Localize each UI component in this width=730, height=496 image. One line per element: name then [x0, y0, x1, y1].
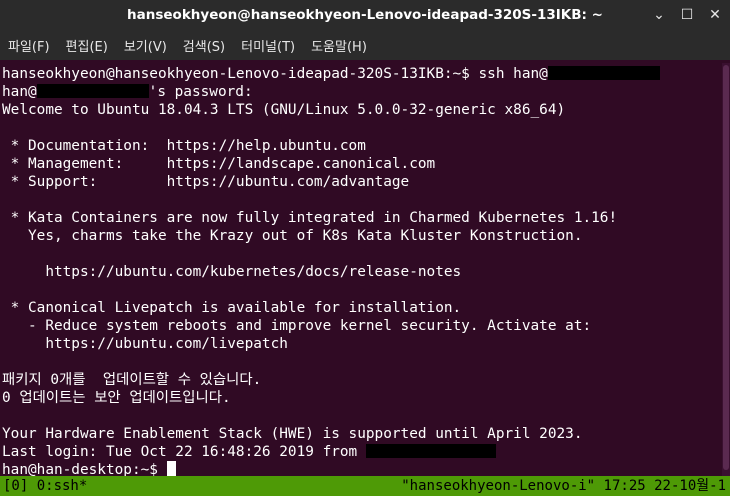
terminal-line: https://ubuntu.com/kubernetes/docs/relea…: [2, 264, 462, 280]
minimize-icon[interactable]: ⌄: [652, 7, 666, 23]
terminal-line: hanseokhyeon@hanseokhyeon-Lenovo-ideapad…: [2, 65, 722, 83]
tmux-status-right: "hanseokhyeon-Lenovo-i" 17:25 22-10월-1: [401, 478, 726, 494]
menu-view[interactable]: 보기(V): [124, 36, 167, 55]
window-controls: ⌄ ☐ ✕: [652, 0, 722, 30]
terminal-line: * Kata Containers are now fully integrat…: [2, 210, 618, 226]
text-cursor: [166, 461, 176, 477]
menu-search[interactable]: 검색(S): [183, 36, 225, 55]
terminal-line: 0 업데이트는 보안 업데이트입니다.: [2, 390, 231, 406]
menu-help[interactable]: 도움말(H): [311, 36, 367, 55]
terminal-line: * Documentation: https://help.ubuntu.com: [2, 138, 366, 154]
scrollbar-thumb[interactable]: [723, 65, 729, 470]
terminal-line: * Canonical Livepatch is available for i…: [2, 300, 462, 316]
tmux-window-list[interactable]: [0] 0:ssh*: [3, 476, 87, 496]
menu-terminal[interactable]: 터미널(T): [241, 36, 295, 55]
close-icon[interactable]: ✕: [708, 7, 722, 23]
terminal-line: - Reduce system reboots and improve kern…: [2, 318, 592, 334]
terminal-line: han@'s password:: [2, 84, 253, 100]
terminal-line: Last login: Tue Oct 22 16:48:26 2019 fro…: [2, 443, 722, 461]
terminal-scrollbar[interactable]: [722, 63, 730, 476]
menu-file[interactable]: 파일(F): [8, 36, 50, 55]
menu-edit[interactable]: 편집(E): [66, 36, 108, 55]
redacted-block: [547, 66, 660, 80]
terminal-line: https://ubuntu.com/livepatch: [2, 336, 288, 352]
terminal-output[interactable]: hanseokhyeon@hanseokhyeon-Lenovo-ideapad…: [0, 63, 722, 478]
window-titlebar: hanseokhyeon@hanseokhyeon-Lenovo-ideapad…: [0, 0, 730, 30]
terminal-line: Your Hardware Enablement Stack (HWE) is …: [2, 426, 583, 442]
tmux-status-bar: [0] 0:ssh* "hanseokhyeon-Lenovo-i" 17:25…: [0, 476, 730, 496]
redacted-block: [36, 84, 149, 98]
terminal-line: Yes, charms take the Krazy out of K8s Ka…: [2, 228, 583, 244]
terminal-line: * Support: https://ubuntu.com/advantage: [2, 174, 410, 190]
terminal-line: * Management: https://landscape.canonica…: [2, 156, 436, 172]
maximize-icon[interactable]: ☐: [680, 7, 694, 23]
terminal-line: 패키지 0개를 업데이트할 수 있습니다.: [2, 372, 262, 388]
terminal-line: Welcome to Ubuntu 18.04.3 LTS (GNU/Linux…: [2, 102, 566, 118]
menu-bar: 파일(F) 편집(E) 보기(V) 검색(S) 터미널(T) 도움말(H): [0, 30, 730, 60]
redacted-block: [365, 444, 496, 458]
window-title: hanseokhyeon@hanseokhyeon-Lenovo-ideapad…: [127, 7, 603, 23]
